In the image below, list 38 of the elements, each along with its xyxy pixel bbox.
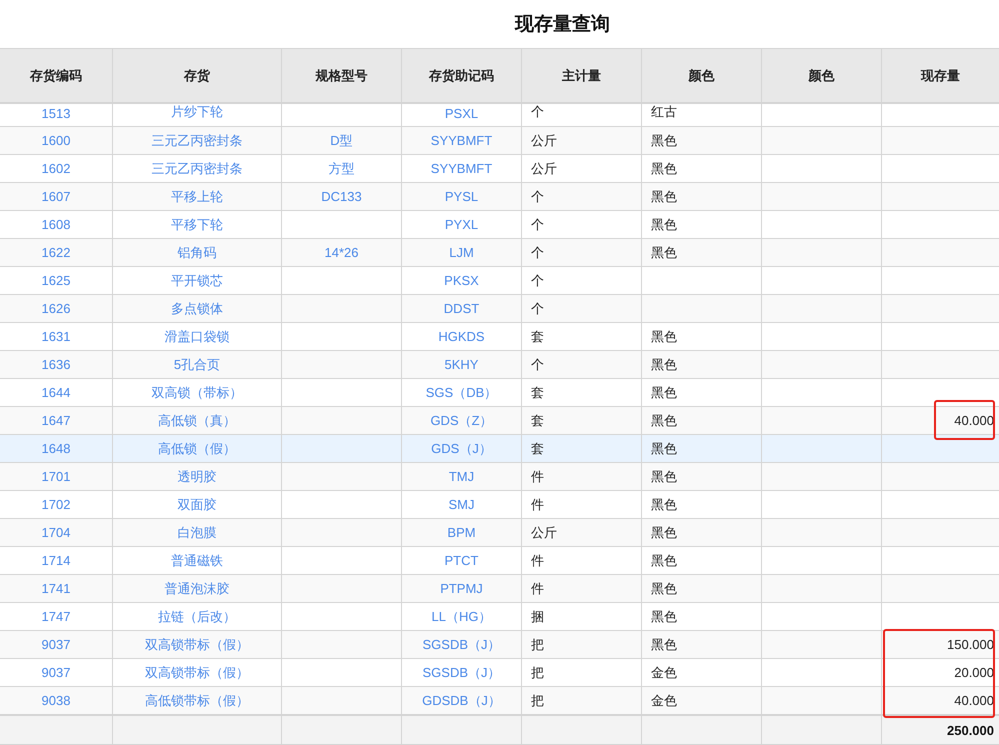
table-row[interactable]: 1647 高低锁（真） GDS（Z） 套 黑色 40.000 bbox=[0, 407, 999, 435]
table-row[interactable]: 1631 滑盖口袋锁 HGKDS 套 黑色 bbox=[0, 323, 999, 351]
table-row[interactable]: 1636 5孔合页 5KHY 个 黑色 bbox=[0, 351, 999, 379]
column-header[interactable]: 规格型号 bbox=[282, 48, 402, 104]
table-row[interactable]: 9038 高低锁带标（假） GDSDB（J） 把 金色 40.000 bbox=[0, 687, 999, 715]
table-row[interactable]: 1701 透明胶 TMJ 件 黑色 bbox=[0, 463, 999, 491]
column-header[interactable]: 存货 bbox=[113, 48, 282, 104]
table-row[interactable]: 1607 平移上轮 DC133 PYSL 个 黑色 bbox=[0, 183, 999, 211]
table-row[interactable]: 1625 平开锁芯 PKSX 个 bbox=[0, 267, 999, 295]
link-cell[interactable]: 9038 bbox=[0, 687, 113, 715]
table-row[interactable]: 1644 双高锁（带标） SGS（DB） 套 黑色 bbox=[0, 379, 999, 407]
table-row[interactable]: 9037 双高锁带标（假） SGSDB（J） 把 金色 20.000 bbox=[0, 659, 999, 687]
table-row[interactable]: 1714 普通磁铁 PTCT 件 黑色 bbox=[0, 547, 999, 575]
table-row[interactable]: 1513 片纱下轮 PSXL 个 红古 bbox=[0, 104, 999, 127]
table-row[interactable]: 1648 高低锁（假） GDS（J） 套 黑色 bbox=[0, 435, 999, 463]
total-quantity: 250.000 bbox=[882, 715, 999, 745]
table-row[interactable]: 1702 双面胶 SMJ 件 黑色 bbox=[0, 491, 999, 519]
table-row[interactable]: 9037 双高锁带标（假） SGSDB（J） 把 黑色 150.000 bbox=[0, 631, 999, 659]
link-cell[interactable]: 高低锁带标（假） bbox=[113, 687, 282, 715]
table-cell: 40.000 bbox=[882, 687, 999, 715]
column-header[interactable]: 存货编码 bbox=[0, 48, 113, 104]
table-row[interactable]: 1747 拉链（后改） LL（HG） 捆 黑色 bbox=[0, 603, 999, 631]
column-header[interactable]: 颜色 bbox=[642, 48, 762, 104]
table-row[interactable]: 1602 三元乙丙密封条 方型 SYYBMFT 公斤 黑色 bbox=[0, 155, 999, 183]
table-row[interactable]: 1626 多点锁体 DDST 个 bbox=[0, 295, 999, 323]
table-row[interactable]: 1704 白泡膜 BPM 公斤 黑色 bbox=[0, 519, 999, 547]
table-row[interactable]: 1600 三元乙丙密封条 D型 SYYBMFT 公斤 黑色 bbox=[0, 127, 999, 155]
column-header[interactable]: 主计量 bbox=[522, 48, 642, 104]
column-header[interactable]: 存货助记码 bbox=[402, 48, 522, 104]
column-header[interactable]: 颜色 bbox=[762, 48, 882, 104]
page-title: 现存量查询 bbox=[515, 13, 610, 37]
table-cell: 把 bbox=[522, 687, 642, 715]
link-cell[interactable]: GDSDB（J） bbox=[402, 687, 522, 715]
table-row[interactable]: 1608 平移下轮 PYXL 个 黑色 bbox=[0, 211, 999, 239]
table-cell: 金色 bbox=[642, 687, 762, 715]
table-row[interactable]: 1622 铝角码 14*26 LJM 个 黑色 bbox=[0, 239, 999, 267]
column-header[interactable]: 现存量 bbox=[882, 48, 999, 104]
table-row[interactable]: 1741 普通泡沫胶 PTPMJ 件 黑色 bbox=[0, 575, 999, 603]
